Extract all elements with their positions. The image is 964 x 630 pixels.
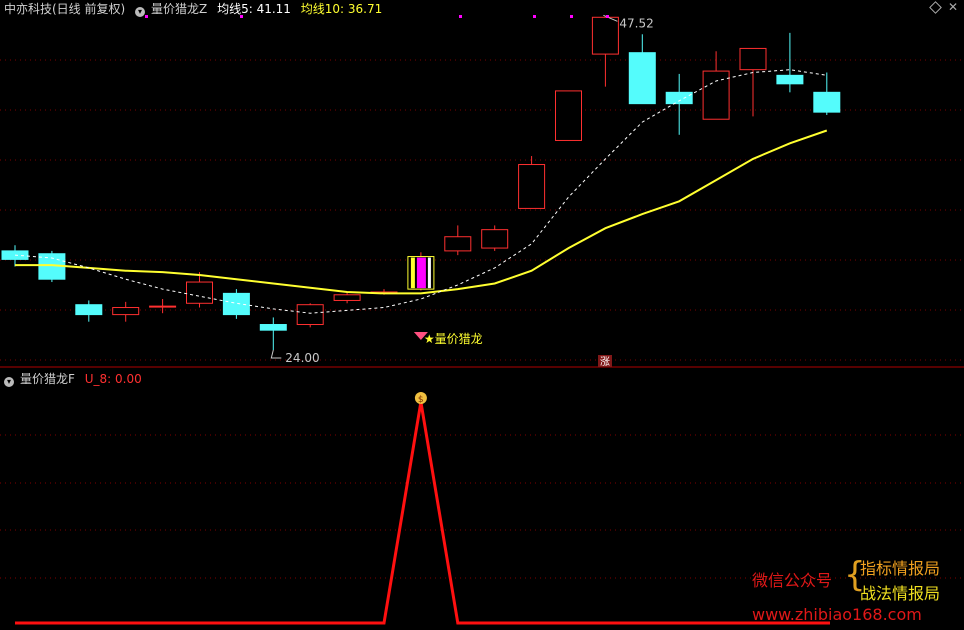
magenta-dot — [459, 15, 462, 18]
candle-body — [702, 70, 730, 120]
chart-stage[interactable]: 47.52 24.00 ★量价猎龙涨 $ — [0, 0, 964, 630]
candle-body — [333, 294, 361, 301]
watermark-url: www.zhibiao168.com — [752, 605, 922, 624]
candle-body — [222, 292, 250, 316]
ma5-value: 均线5: 41.11 — [217, 2, 291, 16]
watermark-line2: 战法情报局 — [860, 584, 941, 603]
watermark-wechat: 微信公众号 — [752, 571, 833, 590]
chevron-down-icon[interactable]: ▾ — [4, 377, 14, 387]
magenta-dot — [606, 15, 609, 18]
signal-bar — [416, 257, 426, 289]
candle-body — [665, 91, 693, 105]
candle-body — [149, 305, 177, 308]
candle-body — [259, 324, 287, 331]
indicator-name[interactable]: 量价猎龙Z — [151, 2, 207, 16]
u8-line — [15, 401, 830, 625]
u8-value: U_8: 0.00 — [84, 372, 142, 386]
grid-lines — [0, 59, 964, 579]
lower-indicator-panel: $ — [15, 392, 830, 625]
lower-panel-header: ▾ 量价猎龙F U_8: 0.00 — [4, 371, 148, 387]
candle-body — [518, 164, 546, 209]
candle-body — [555, 90, 582, 141]
candle-body — [112, 307, 140, 316]
candle-body — [813, 91, 841, 113]
candle-body — [186, 281, 213, 304]
ma10-value: 均线10: 36.71 — [300, 2, 383, 16]
lower-indicator-name[interactable]: 量价猎龙F — [20, 372, 75, 386]
stock-title: 中亦科技(日线 前复权) — [4, 2, 126, 16]
signal-bar — [427, 257, 431, 289]
candle-body — [628, 52, 656, 105]
high-price-label: 47.52 — [619, 16, 653, 30]
chart-annotations: 47.52 24.00 ★量价猎龙涨 — [145, 14, 654, 368]
candle-body — [591, 16, 619, 55]
low-price-label: 24.00 — [285, 351, 319, 365]
low-pointer — [270, 349, 282, 359]
candlestick-series — [1, 16, 841, 350]
close-icon[interactable]: ✕ — [948, 0, 958, 14]
candle-body — [296, 304, 324, 326]
watermark-line1: 指标情报局 — [860, 559, 941, 578]
magenta-dot — [570, 15, 573, 18]
candle-body — [481, 229, 509, 249]
candle-body — [776, 74, 804, 85]
candle-body — [444, 236, 472, 252]
signal-label: ★量价猎龙 — [424, 332, 483, 346]
magenta-dot — [533, 15, 536, 18]
signal-bar — [410, 257, 415, 289]
candle-body — [739, 47, 767, 71]
candle-body — [75, 304, 103, 316]
money-bag-label: $ — [418, 395, 424, 405]
watermark: 微信公众号 { 指标情报局 战法情报局 www.zhibiao168.com — [752, 553, 962, 629]
zhang-label: 涨 — [600, 356, 610, 368]
main-panel-header: 中亦科技(日线 前复权) ▾ 量价猎龙Z 均线5: 41.11 均线10: 36.… — [4, 1, 388, 17]
chevron-down-icon[interactable]: ▾ — [135, 7, 146, 17]
